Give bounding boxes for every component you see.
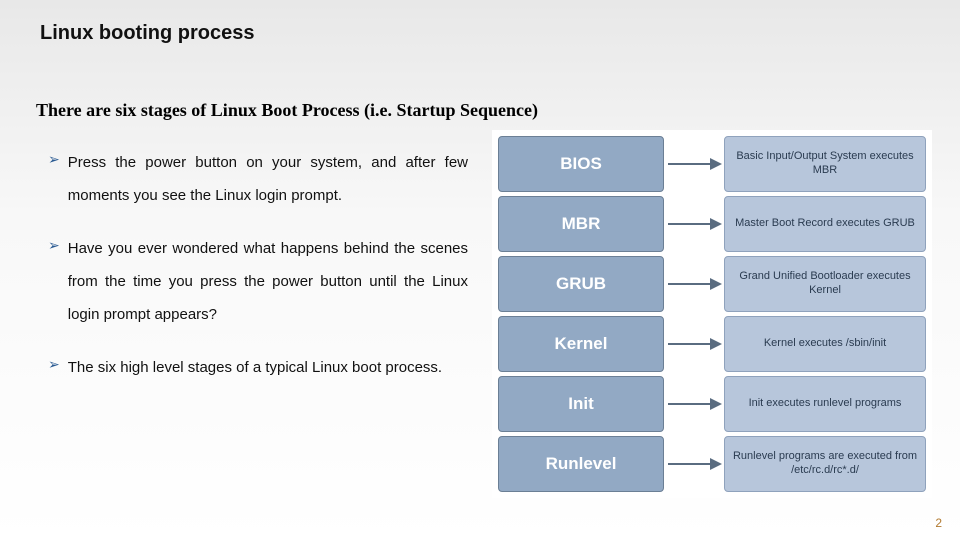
bullet-icon: ➢ (48, 351, 60, 384)
list-item: ➢ The six high level stages of a typical… (48, 351, 468, 384)
list-item: ➢ Have you ever wondered what happens be… (48, 232, 468, 331)
stage-desc: Init executes runlevel programs (724, 376, 926, 432)
bullet-text: Have you ever wondered what happens behi… (68, 232, 468, 331)
slide-title: Linux booting process (40, 22, 254, 45)
stage-desc: Grand Unified Bootloader executes Kernel (724, 256, 926, 312)
arrow-right-icon (664, 196, 724, 252)
stage-desc: Master Boot Record executes GRUB (724, 196, 926, 252)
stage-box: MBR (498, 196, 664, 252)
arrow-right-icon (664, 376, 724, 432)
arrow-right-icon (664, 436, 724, 492)
stage-box: BIOS (498, 136, 664, 192)
bullet-icon: ➢ (48, 232, 60, 331)
bullet-list: ➢ Press the power button on your system,… (48, 146, 468, 404)
stage-desc: Basic Input/Output System executes MBR (724, 136, 926, 192)
stage-box: Init (498, 376, 664, 432)
slide-subtitle: There are six stages of Linux Boot Proce… (36, 100, 538, 121)
stage-box: GRUB (498, 256, 664, 312)
diagram-row: BIOS Basic Input/Output System executes … (498, 136, 926, 192)
list-item: ➢ Press the power button on your system,… (48, 146, 468, 212)
bullet-text: Press the power button on your system, a… (68, 146, 468, 212)
bullet-icon: ➢ (48, 146, 60, 212)
arrow-right-icon (664, 136, 724, 192)
diagram-row: GRUB Grand Unified Bootloader executes K… (498, 256, 926, 312)
arrow-right-icon (664, 256, 724, 312)
boot-stages-diagram: BIOS Basic Input/Output System executes … (492, 130, 932, 498)
stage-desc: Kernel executes /sbin/init (724, 316, 926, 372)
bullet-text: The six high level stages of a typical L… (68, 351, 442, 384)
diagram-row: MBR Master Boot Record executes GRUB (498, 196, 926, 252)
arrow-right-icon (664, 316, 724, 372)
diagram-row: Runlevel Runlevel programs are executed … (498, 436, 926, 492)
stage-box: Kernel (498, 316, 664, 372)
stage-box: Runlevel (498, 436, 664, 492)
diagram-row: Kernel Kernel executes /sbin/init (498, 316, 926, 372)
diagram-row: Init Init executes runlevel programs (498, 376, 926, 432)
page-number: 2 (935, 516, 942, 530)
stage-desc: Runlevel programs are executed from /etc… (724, 436, 926, 492)
